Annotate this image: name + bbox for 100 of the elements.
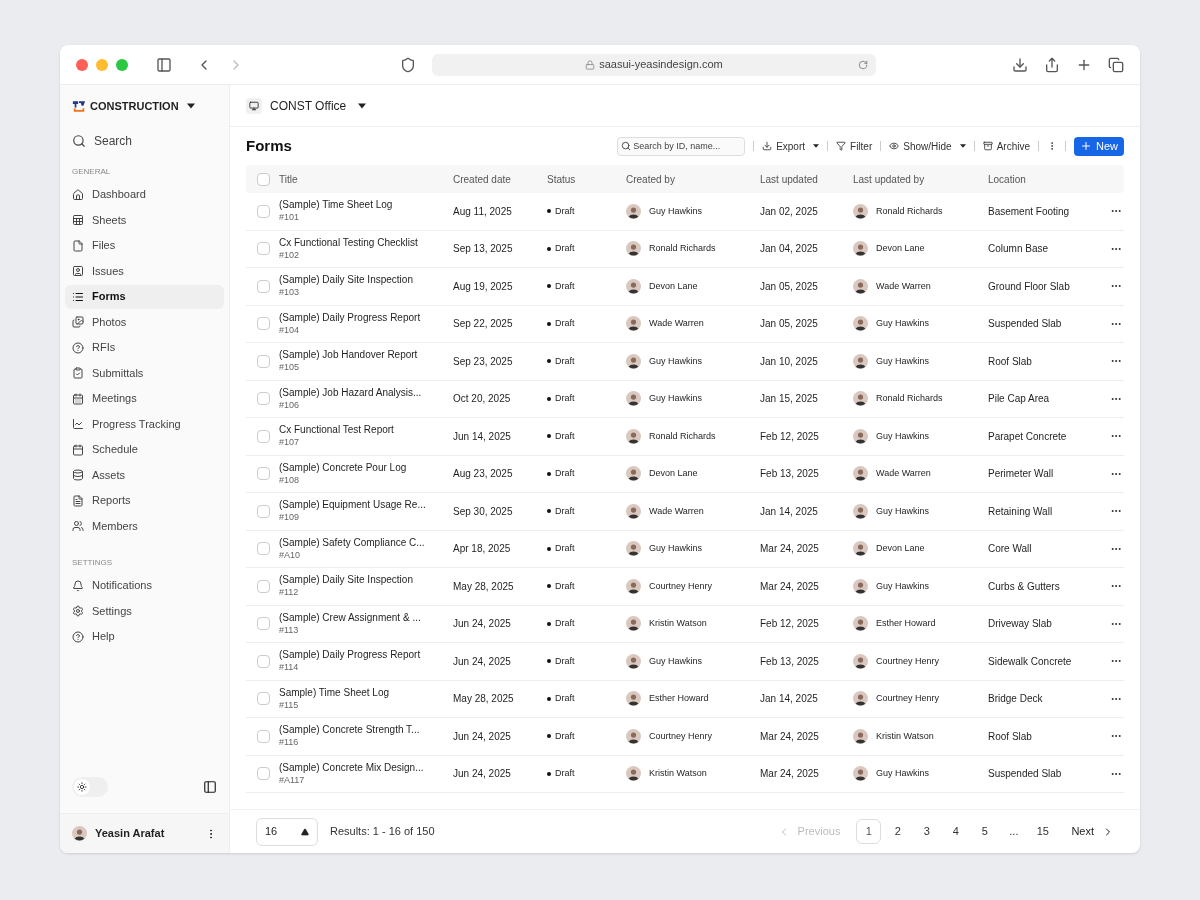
sidebar-item[interactable]: Schedule xyxy=(65,437,224,462)
sidebar-item[interactable]: Progress Tracking xyxy=(65,412,224,436)
avatar xyxy=(626,428,641,444)
avatar xyxy=(853,728,868,744)
row-checkbox[interactable] xyxy=(257,467,270,481)
form-title[interactable]: (Sample) Concrete Strength T... xyxy=(279,723,453,737)
archive-button[interactable]: Archive xyxy=(982,138,1030,154)
sidebar-item[interactable]: Forms xyxy=(65,284,224,309)
table-cell-text: Jan 14, 2025 xyxy=(760,692,819,707)
form-title[interactable]: (Sample) Daily Progress Report xyxy=(279,310,453,324)
sidebar-item[interactable]: Help xyxy=(65,624,224,649)
sidebar-item[interactable]: Submittals xyxy=(65,361,224,385)
row-checkbox[interactable] xyxy=(257,204,270,218)
sidebar-toggle-icon[interactable] xyxy=(156,56,172,73)
filter-button[interactable]: Filter xyxy=(836,138,873,154)
page-button[interactable]: 2 xyxy=(885,819,911,844)
clipboard-icon xyxy=(72,367,84,379)
row-checkbox[interactable] xyxy=(257,579,270,593)
show-hide-button[interactable]: Show/Hide xyxy=(889,138,966,154)
person-name: Guy Hawkins xyxy=(649,354,702,368)
sidebar-item[interactable]: Files xyxy=(65,233,224,258)
sidebar-item[interactable]: Dashboard xyxy=(65,182,224,207)
avatar xyxy=(626,578,641,594)
sidebar-item[interactable]: Sheets xyxy=(65,208,224,232)
caret-icon xyxy=(358,102,367,109)
table-cell-text: Feb 13, 2025 xyxy=(760,654,820,669)
table-cell-text: Sep 23, 2025 xyxy=(453,354,514,369)
row-checkbox[interactable] xyxy=(257,692,270,706)
form-title[interactable]: (Sample) Equipment Usage Re... xyxy=(279,498,453,512)
avatar xyxy=(853,541,868,557)
tabs-icon[interactable] xyxy=(1108,56,1124,73)
form-title[interactable]: (Sample) Job Hazard Analysis... xyxy=(279,385,453,399)
status-label: Draft xyxy=(555,279,575,293)
form-title[interactable]: (Sample) Daily Progress Report xyxy=(279,648,453,662)
form-title[interactable]: Cx Functional Testing Checklist xyxy=(279,235,453,249)
row-checkbox[interactable] xyxy=(257,317,270,331)
sidebar-item[interactable]: Issues xyxy=(65,259,224,283)
page-button[interactable]: 15 xyxy=(1030,819,1056,844)
search-button[interactable]: Search xyxy=(60,131,229,150)
form-title[interactable]: (Sample) Concrete Mix Design... xyxy=(279,760,453,774)
sidebar-item[interactable]: Notifications xyxy=(65,573,224,598)
page-button[interactable]: 5 xyxy=(972,819,998,844)
table-cell-text: Aug 11, 2025 xyxy=(453,204,513,219)
address-bar[interactable]: saasui-yeasindesign.com xyxy=(432,53,876,76)
form-title[interactable]: (Sample) Crew Assignment & ... xyxy=(279,610,453,624)
form-id: #104 xyxy=(279,323,301,337)
row-checkbox[interactable] xyxy=(257,279,270,293)
share-icon[interactable] xyxy=(1044,56,1060,73)
reload-icon[interactable] xyxy=(858,59,868,70)
row-checkbox[interactable] xyxy=(257,767,270,781)
form-title[interactable]: (Sample) Time Sheet Log xyxy=(279,198,453,212)
search-icon xyxy=(72,133,86,148)
row-checkbox[interactable] xyxy=(257,354,270,368)
collapse-sidebar-icon[interactable] xyxy=(203,780,217,794)
avatar xyxy=(853,691,868,707)
person-name: Courtney Henry xyxy=(649,579,713,593)
page-button[interactable]: ... xyxy=(1001,819,1027,844)
export-button[interactable]: Export xyxy=(762,138,820,154)
users-icon xyxy=(72,520,84,532)
row-checkbox[interactable] xyxy=(257,429,270,443)
row-checkbox[interactable] xyxy=(257,504,270,518)
form-title[interactable]: (Sample) Safety Compliance C... xyxy=(279,535,453,549)
sidebar-item[interactable]: Members xyxy=(65,514,224,538)
row-checkbox[interactable] xyxy=(257,392,270,406)
form-title[interactable]: Sample) Time Sheet Log xyxy=(279,685,453,699)
row-checkbox[interactable] xyxy=(257,542,270,556)
sidebar-item[interactable]: Reports xyxy=(65,488,224,513)
form-title[interactable]: (Sample) Job Handover Report xyxy=(279,348,453,362)
sidebar-item[interactable]: Assets xyxy=(65,463,224,487)
form-title[interactable]: (Sample) Concrete Pour Log xyxy=(279,460,453,474)
person-name: Ronald Richards xyxy=(876,204,943,218)
avatar xyxy=(626,316,641,332)
page-size-select[interactable]: 16 xyxy=(256,817,318,846)
row-checkbox[interactable] xyxy=(257,617,270,631)
row-checkbox[interactable] xyxy=(257,729,270,743)
theme-toggle[interactable] xyxy=(72,777,108,797)
form-title[interactable]: (Sample) Daily Site Inspection xyxy=(279,573,453,587)
next-button[interactable]: Next xyxy=(1071,823,1114,840)
search-field[interactable]: Search by ID, name... xyxy=(617,136,746,156)
table-cell-text: Parapet Concrete xyxy=(988,429,1068,444)
page-button[interactable]: 4 xyxy=(943,819,969,844)
sidebar-item[interactable]: Meetings xyxy=(65,386,224,411)
shield-icon[interactable] xyxy=(400,56,416,73)
new-button[interactable]: New xyxy=(1074,136,1124,156)
list-icon xyxy=(72,290,84,303)
download-icon[interactable] xyxy=(1012,56,1028,73)
row-checkbox[interactable] xyxy=(257,242,270,256)
page-button[interactable]: 3 xyxy=(914,819,940,844)
workspace-selector[interactable]: CONST Office xyxy=(270,96,347,115)
sidebar-item[interactable]: RFIs xyxy=(65,335,224,360)
avatar xyxy=(626,728,641,744)
sidebar-item[interactable]: Photos xyxy=(65,310,224,334)
form-title[interactable]: (Sample) Daily Site Inspection xyxy=(279,273,453,287)
page-button[interactable]: 1 xyxy=(856,819,882,844)
row-checkbox[interactable] xyxy=(257,654,270,668)
chart-icon xyxy=(72,418,84,430)
form-title[interactable]: Cx Functional Test Report xyxy=(279,423,453,437)
close-window-button[interactable] xyxy=(76,58,88,71)
select-all-checkbox[interactable] xyxy=(257,172,270,186)
sidebar-item[interactable]: Settings xyxy=(65,599,224,623)
